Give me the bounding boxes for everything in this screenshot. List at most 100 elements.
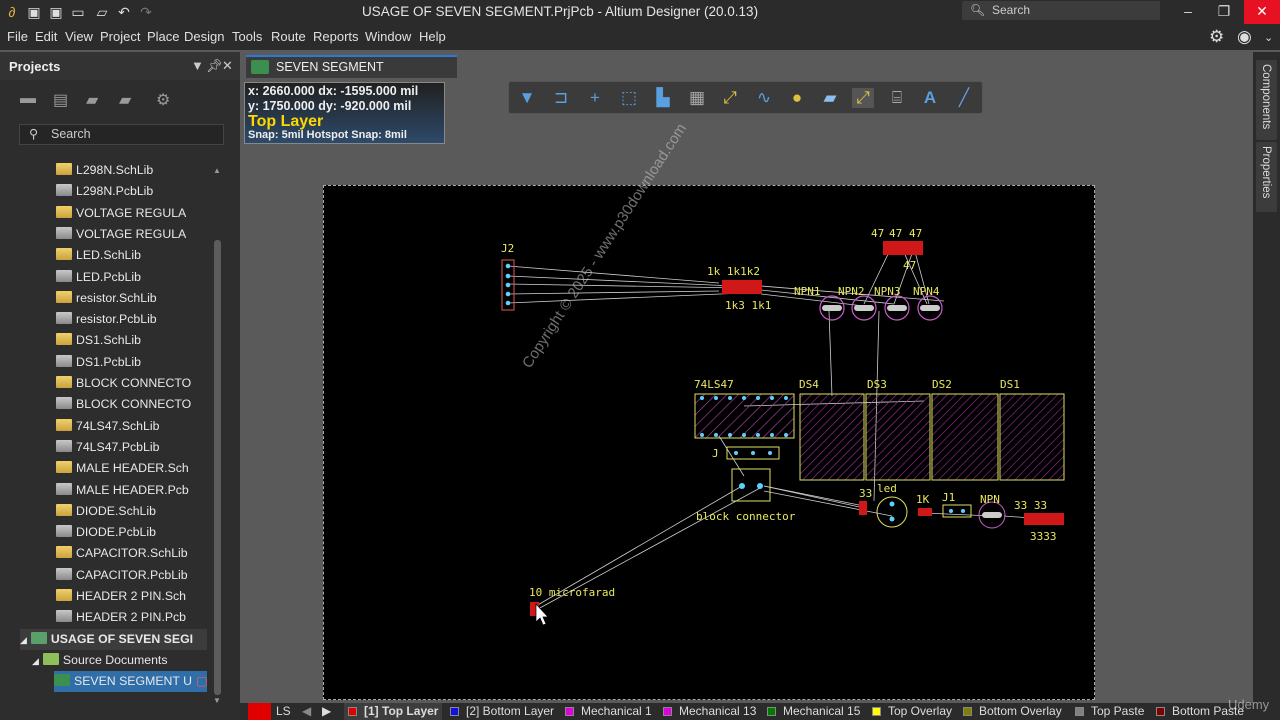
layer-tab-top-overlay[interactable]: Top Overlay xyxy=(872,703,952,720)
tree-item-sch[interactable]: L298N.SchLib xyxy=(56,160,206,181)
tree-item-active-document[interactable]: SEVEN SEGMENT U ▢ xyxy=(54,671,207,693)
title-bar: ∂ ▣ ▣ ▭ ▱ ↶ ↷ USAGE OF SEVEN SEGMENT.Prj… xyxy=(0,0,1280,24)
select-area-icon[interactable]: ⬚ xyxy=(618,88,640,108)
tab-pcb-document[interactable]: SEVEN SEGMENT USAGE.PcbDoc * xyxy=(246,55,457,95)
resistor-pads-3333[interactable] xyxy=(1024,513,1064,525)
pin-icon[interactable]: 📌︎ xyxy=(206,58,223,74)
tree-item-pcb[interactable]: HEADER 2 PIN.Pcb xyxy=(56,607,206,628)
tree-item-sch[interactable]: 74LS47.SchLib xyxy=(56,416,206,437)
tree-item-source-documents[interactable]: ◢ Source Documents xyxy=(32,650,207,671)
place-string-icon[interactable]: A xyxy=(919,88,941,108)
seven-segment-displays[interactable] xyxy=(799,393,1065,481)
align-icon[interactable]: ▙ xyxy=(652,88,674,108)
polygon-icon[interactable]: ▰ xyxy=(819,88,841,108)
label-ds4: DS4 xyxy=(799,378,819,391)
panel-close-icon[interactable]: ✕ xyxy=(222,58,233,74)
tree-item-sch[interactable]: CAPACITOR.SchLib xyxy=(56,543,206,564)
menu-window[interactable]: Window xyxy=(365,29,411,44)
pcb-board[interactable]: J2 47 47 47 47 1k 1k1k2 1k3 1k1 NPN1 NPN… xyxy=(323,185,1095,700)
keepout-icon[interactable]: ⤢ xyxy=(852,88,874,108)
panel-menu-icon[interactable]: ▼ xyxy=(191,58,204,73)
settings-gear-icon[interactable]: ⚙ xyxy=(1209,27,1224,47)
close-button[interactable]: ✕ xyxy=(1244,0,1280,24)
tree-item-pcb[interactable]: DIODE.PcbLib xyxy=(56,522,206,543)
dimension-icon[interactable]: ⌸ xyxy=(886,88,908,108)
save-all-projects-icon[interactable]: ▤ xyxy=(53,90,68,110)
tree-item-sch[interactable]: HEADER 2 PIN.Sch xyxy=(56,586,206,607)
tree-item-pcb[interactable]: MALE HEADER.Pcb xyxy=(56,480,206,501)
crosshair-icon[interactable]: + xyxy=(584,88,606,108)
project-settings-gear-icon[interactable]: ⚙ xyxy=(156,90,170,110)
tree-item-sch[interactable]: LED.SchLib xyxy=(56,245,206,266)
diff-pair-icon[interactable]: ∿ xyxy=(753,88,775,108)
resistor-pads-47[interactable] xyxy=(883,241,923,255)
resistor-33[interactable] xyxy=(859,501,867,515)
menu-route[interactable]: Route xyxy=(271,29,306,44)
layer-tab-top-paste[interactable]: Top Paste xyxy=(1075,703,1144,720)
minimize-button[interactable]: – xyxy=(1171,0,1205,24)
tree-item-sch[interactable]: VOLTAGE REGULA xyxy=(56,203,206,224)
layer-tab-bottom-layer[interactable]: [2] Bottom Layer xyxy=(450,703,554,720)
layer-bottom-overlay-label: Bottom Overlay xyxy=(979,704,1062,718)
scroll-down-icon[interactable]: ▼ xyxy=(213,696,221,705)
menu-help[interactable]: Help xyxy=(419,29,446,44)
menu-design[interactable]: Design xyxy=(184,29,224,44)
tab-properties[interactable]: Properties xyxy=(1256,142,1277,212)
block-connector[interactable] xyxy=(731,468,771,502)
project-tree-scrollbar[interactable]: ▲ ▼ xyxy=(213,160,222,705)
menu-project[interactable]: Project xyxy=(100,29,140,44)
save-project-icon[interactable]: ▬ xyxy=(20,90,36,108)
expand-icon[interactable]: ◢ xyxy=(32,656,39,666)
tree-item-sch[interactable]: BLOCK CONNECTO xyxy=(56,373,206,394)
open-project-icon[interactable]: ▰ xyxy=(86,90,98,110)
expand-icon[interactable]: ◢ xyxy=(20,635,27,645)
tab-components[interactable]: Components xyxy=(1256,60,1277,140)
tree-item-pcb[interactable]: 74LS47.PcbLib xyxy=(56,437,206,458)
menu-file[interactable]: File xyxy=(7,29,28,44)
filter-icon[interactable]: ▼ xyxy=(516,88,538,108)
layer-scroll-right-icon[interactable]: ▶ xyxy=(322,703,331,720)
tree-item-pcb[interactable]: L298N.PcbLib xyxy=(56,181,206,202)
tree-item-sch[interactable]: resistor.SchLib xyxy=(56,288,206,309)
resistor-1k[interactable] xyxy=(918,508,932,516)
restore-button[interactable]: ❐ xyxy=(1207,0,1241,24)
pcb-canvas[interactable]: J2 47 47 47 47 1k 1k1k2 1k3 1k1 NPN1 NPN… xyxy=(324,186,1096,701)
projects-search-input[interactable]: ⚲ Search xyxy=(19,124,224,145)
menu-edit[interactable]: Edit xyxy=(35,29,57,44)
route-icon[interactable]: ⤢ xyxy=(719,88,741,108)
layer-tab-bottom-overlay[interactable]: Bottom Overlay xyxy=(963,703,1062,720)
tree-item-pcb[interactable]: VOLTAGE REGULA xyxy=(56,224,206,245)
layer-tab-mechanical-1[interactable]: Mechanical 1 xyxy=(565,703,652,720)
tree-item-pcb[interactable]: LED.PcbLib xyxy=(56,267,206,288)
project-options-icon[interactable]: ▰ xyxy=(119,90,131,110)
global-search-input[interactable]: 🔍︎ Search xyxy=(962,1,1160,20)
tree-item-sch[interactable]: DS1.SchLib xyxy=(56,330,206,351)
user-account-icon[interactable]: ◉ xyxy=(1237,27,1252,47)
resistor-pads-1k[interactable] xyxy=(722,280,762,294)
menu-tools[interactable]: Tools xyxy=(232,29,262,44)
tree-item-sch[interactable]: DIODE.SchLib xyxy=(56,501,206,522)
layer-scroll-left-icon[interactable]: ◀ xyxy=(302,703,311,720)
layer-tab-mechanical-15[interactable]: Mechanical 15 xyxy=(767,703,860,720)
menu-reports[interactable]: Reports xyxy=(313,29,359,44)
tree-item-project[interactable]: ◢ USAGE OF SEVEN SEGI xyxy=(20,628,207,650)
interactive-select-icon[interactable]: ⊐ xyxy=(550,88,572,108)
account-dropdown-icon[interactable]: ⌄ xyxy=(1264,31,1273,44)
place-component-icon[interactable]: ▦ xyxy=(686,88,708,108)
tree-item-pcb[interactable]: resistor.PcbLib xyxy=(56,309,206,330)
place-line-icon[interactable]: ╱ xyxy=(953,88,975,108)
tree-item-pcb[interactable]: BLOCK CONNECTO xyxy=(56,394,206,415)
place-via-icon[interactable]: ● xyxy=(786,88,808,108)
menu-view[interactable]: View xyxy=(65,29,93,44)
ic-74ls47[interactable] xyxy=(694,393,795,439)
tree-item-pcb[interactable]: CAPACITOR.PcbLib xyxy=(56,565,206,586)
menu-place[interactable]: Place xyxy=(147,29,180,44)
scroll-thumb[interactable] xyxy=(214,240,221,695)
tree-item-sch[interactable]: MALE HEADER.Sch xyxy=(56,458,206,479)
layer-tab-mechanical-13[interactable]: Mechanical 13 xyxy=(663,703,756,720)
tree-item-pcb[interactable]: DS1.PcbLib xyxy=(56,352,206,373)
scroll-up-icon[interactable]: ▲ xyxy=(213,166,221,175)
layer-set-button[interactable]: LS xyxy=(276,703,291,720)
current-layer-color-swatch[interactable] xyxy=(248,703,271,720)
layer-tab-top-layer[interactable]: [1] Top Layer xyxy=(344,703,443,720)
